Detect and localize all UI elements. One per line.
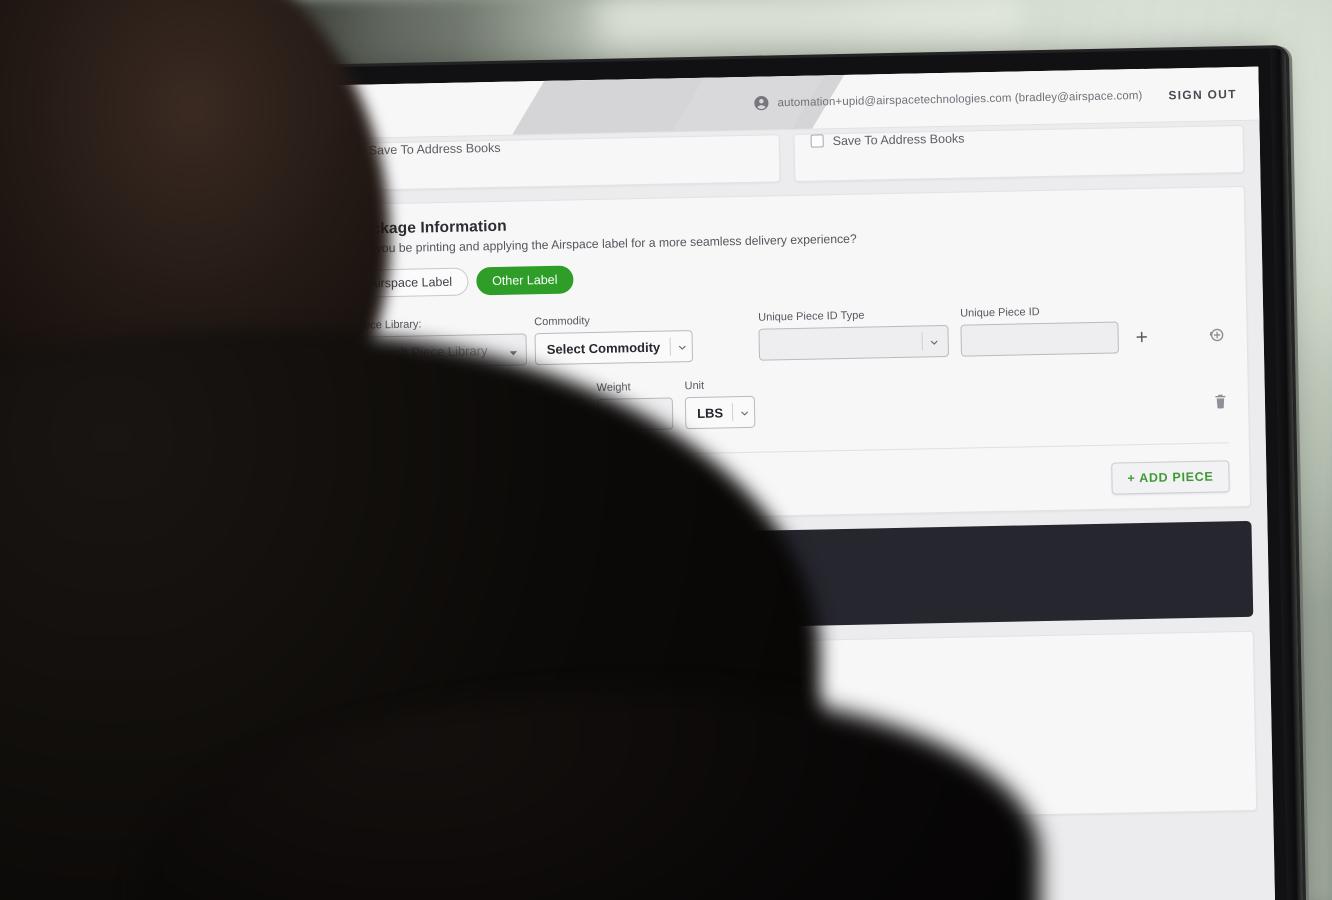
package-information-section: Package Information Will you be printing… (330, 185, 1252, 526)
vehicle-requirements-list-label: quirements: (362, 723, 437, 740)
piece-divider (356, 442, 1229, 461)
weight-unit-value: LBS (696, 404, 724, 421)
dimension-separator-2: x (459, 411, 467, 424)
destination-address-card: Save To Address Books (793, 124, 1245, 182)
piece-library-placeholder: Search Piece Library (366, 342, 488, 361)
add-piece-button[interactable]: + ADD PIECE (1111, 460, 1230, 495)
unique-piece-id-type-label: Unique Piece ID Type (758, 309, 865, 324)
trash-icon[interactable] (1213, 393, 1228, 410)
add-unique-piece-id-button[interactable]: + (1127, 326, 1156, 349)
add-circle-icon[interactable] (1207, 325, 1226, 344)
dangerous-goods-question: Does this shipment contain dangerous goo… (381, 567, 750, 590)
piece-library-label: Piece Library: (354, 318, 422, 332)
photo-scene: l.com/asap/orders/new?logged_in=true (0, 0, 1332, 900)
weight-unit-select[interactable]: LBS (684, 395, 756, 430)
origin-address-card: Save To Address Books (329, 134, 781, 192)
dimension-width-placeholder[interactable]: W (427, 411, 439, 425)
dimension-unit-select[interactable]: IN (522, 399, 586, 433)
screen: l.com/asap/orders/new?logged_in=true (312, 66, 1276, 900)
label-choice-group: Airspace Label Other Label (353, 252, 1225, 298)
info-circle-icon[interactable] (756, 568, 769, 581)
dimension-unit-label: Unit (522, 383, 543, 396)
dangerous-goods-no-label: No (470, 599, 488, 615)
select-divider (731, 403, 734, 422)
chevron-down-icon (929, 336, 940, 347)
monitor: l.com/asap/orders/new?logged_in=true (296, 48, 1304, 900)
weight-value (609, 414, 664, 415)
dimension-unit-field: Unit IN (522, 382, 586, 433)
dangerous-goods-no-option[interactable]: No (448, 599, 488, 615)
app-page: automation+upid@airspacetechnologies.com… (312, 66, 1276, 900)
dimension-separator: x (399, 412, 406, 425)
unique-piece-id-input[interactable] (960, 321, 1119, 357)
save-to-address-books-label-origin: Save To Address Books (368, 140, 501, 158)
save-to-address-books-checkbox-origin[interactable] (346, 143, 360, 157)
dimension-height-placeholder[interactable]: H (487, 410, 496, 424)
unique-piece-id-value (973, 338, 1110, 341)
chevron-down-icon (739, 406, 750, 417)
commodity-label: Commodity (534, 315, 590, 329)
piece-row-top: Piece Library: Search Piece Library Comm… (354, 302, 1227, 369)
dangerous-goods-options: Yes No (381, 584, 1233, 616)
account-email: automation+upid@airspacetechnologies.com… (777, 89, 1143, 109)
piece-library-input[interactable]: Search Piece Library (354, 333, 528, 369)
unique-piece-id-field: Unique Piece ID (960, 304, 1119, 357)
dangerous-goods-yes-option[interactable]: Yes (381, 600, 427, 616)
chevron-down-icon (509, 345, 518, 355)
save-to-address-books-label-destination: Save To Address Books (832, 131, 965, 149)
dimensions-label: Dimensions (LxWxH) (355, 384, 460, 399)
sign-out-button[interactable]: SIGN OUT (1168, 87, 1237, 102)
dimension-length-placeholder[interactable]: L (371, 412, 378, 426)
weight-input[interactable] (596, 397, 674, 431)
piece-total-text: Total: 1 piece (357, 484, 444, 502)
account-circle-icon (752, 94, 769, 111)
chevron-down-icon (677, 341, 688, 352)
commodity-value: Select Commodity (546, 339, 661, 357)
weight-unit-label: Unit (684, 379, 705, 393)
weight-field: Weight (596, 380, 674, 431)
radio-icon-no[interactable] (448, 600, 463, 615)
unique-piece-id-type-select[interactable] (758, 324, 950, 361)
select-divider (561, 406, 564, 425)
select-divider (921, 332, 923, 351)
dimensions-input-group[interactable]: L x W x H (355, 400, 512, 436)
dangerous-goods-panel: Dangerous Goods Does this shipment conta… (337, 520, 1254, 636)
airspace-label-option[interactable]: Airspace Label (353, 267, 469, 298)
warning-diamond-icon (355, 551, 374, 571)
other-label-option[interactable]: Other Label (475, 265, 574, 296)
chevron-down-icon (569, 410, 580, 421)
piece-library-field: Piece Library: Search Piece Library (354, 316, 528, 369)
vehicle-requirements-section: Vehicle Requirements Choose a vehicle fo… (339, 630, 1258, 830)
dangerous-goods-title: Dangerous Goods (380, 550, 501, 569)
unique-piece-id-type-field: Unique Piece ID Type (758, 308, 950, 361)
dangerous-goods-yes-label: Yes (403, 600, 427, 616)
weight-unit-field: Unit LBS (684, 379, 756, 430)
commodity-select[interactable]: Select Commodity (534, 330, 694, 366)
save-to-address-books-checkbox-destination[interactable] (810, 134, 824, 148)
weight-label: Weight (596, 381, 631, 394)
piece-row-dimensions: Dimensions (LxWxH) L x W x H Unit IN Wei… (356, 369, 1229, 436)
piece-total-row: Total: 1 piece + ADD PIECE (357, 460, 1230, 509)
unique-piece-id-type-value (771, 342, 918, 345)
select-divider (669, 337, 671, 356)
page-content: Save To Address Books Save To Address Bo… (314, 124, 1274, 830)
radio-icon-yes[interactable] (381, 601, 397, 616)
unique-piece-id-label: Unique Piece ID (960, 306, 1040, 320)
dimension-unit-value: IN (534, 408, 549, 424)
dimensions-field: Dimensions (LxWxH) L x W x H (356, 384, 512, 436)
commodity-field: Commodity Select Commodity (534, 313, 694, 366)
